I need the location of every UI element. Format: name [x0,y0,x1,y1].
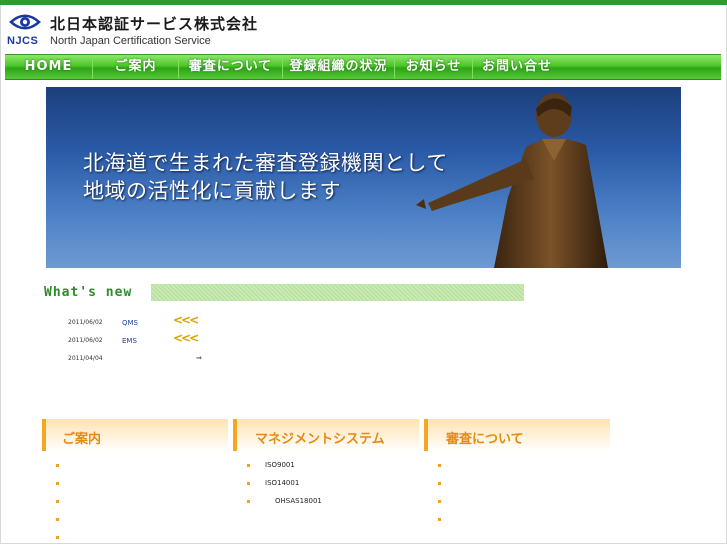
hero-line-2: 地域の活性化に貢献します [83,179,341,203]
main-nav: HOME ご案内 審査について 登録組織の状況 お知らせ お問い合せ [5,54,721,80]
hero-banner: 北海道で生まれた審査登録機関として 地域の活性化に貢献します [46,87,681,268]
section-audit-header: 審査について [424,419,610,451]
news-date: 2011/06/02 [68,319,103,326]
company-name-jp: 北日本認証サービス株式会社 [50,15,259,33]
nav-home[interactable]: HOME [5,55,93,79]
whats-new-heading: What's new [44,285,133,300]
news-date: 2011/06/02 [68,337,103,344]
news-arrow-icon[interactable]: <<< [173,331,199,345]
bullet-icon [438,500,441,503]
bullet-icon [438,464,441,467]
bullet-icon [56,518,59,521]
top-accent-bar [0,0,727,5]
bullet-icon [56,464,59,467]
news-date: 2011/04/04 [68,355,103,362]
company-name-en: North Japan Certification Service [50,35,211,47]
section-audit-title: 審査について [446,432,524,447]
company-logo[interactable]: NJCS [6,11,46,49]
section-guide-header: ご案内 [42,419,228,451]
bullet-icon [438,482,441,485]
logo-eye-icon [9,14,41,30]
nav-contact[interactable]: お問い合せ [473,55,561,79]
nav-news[interactable]: お知らせ [395,55,473,79]
nav-registered-orgs[interactable]: 登録組織の状況 [283,55,395,79]
iso14001-link[interactable]: ISO14001 [265,479,299,487]
bullet-icon [56,500,59,503]
bullet-icon [247,500,250,503]
news-category-link[interactable]: QMS [122,319,138,327]
statue-image [416,93,608,268]
section-management-title: マネジメントシステム [255,432,385,447]
section-management-header: マネジメントシステム [233,419,419,451]
nav-guide[interactable]: ご案内 [93,55,179,79]
bullet-icon [247,482,250,485]
bullet-icon [56,482,59,485]
bullet-icon [56,536,59,539]
news-arrow-icon[interactable]: <<< [173,313,199,327]
news-right-arrow-icon[interactable]: ⇒ [196,354,202,362]
bullet-icon [247,464,250,467]
logo-text: NJCS [7,35,39,47]
bullet-icon [438,518,441,521]
section-guide-title: ご案内 [62,432,102,447]
nav-audit[interactable]: 審査について [179,55,283,79]
ohsas18001-link[interactable]: OHSAS18001 [275,497,322,505]
iso9001-link[interactable]: ISO9001 [265,461,295,469]
whats-new-bar [151,284,524,301]
news-category-link[interactable]: EMS [122,337,137,345]
page-frame [0,0,727,544]
